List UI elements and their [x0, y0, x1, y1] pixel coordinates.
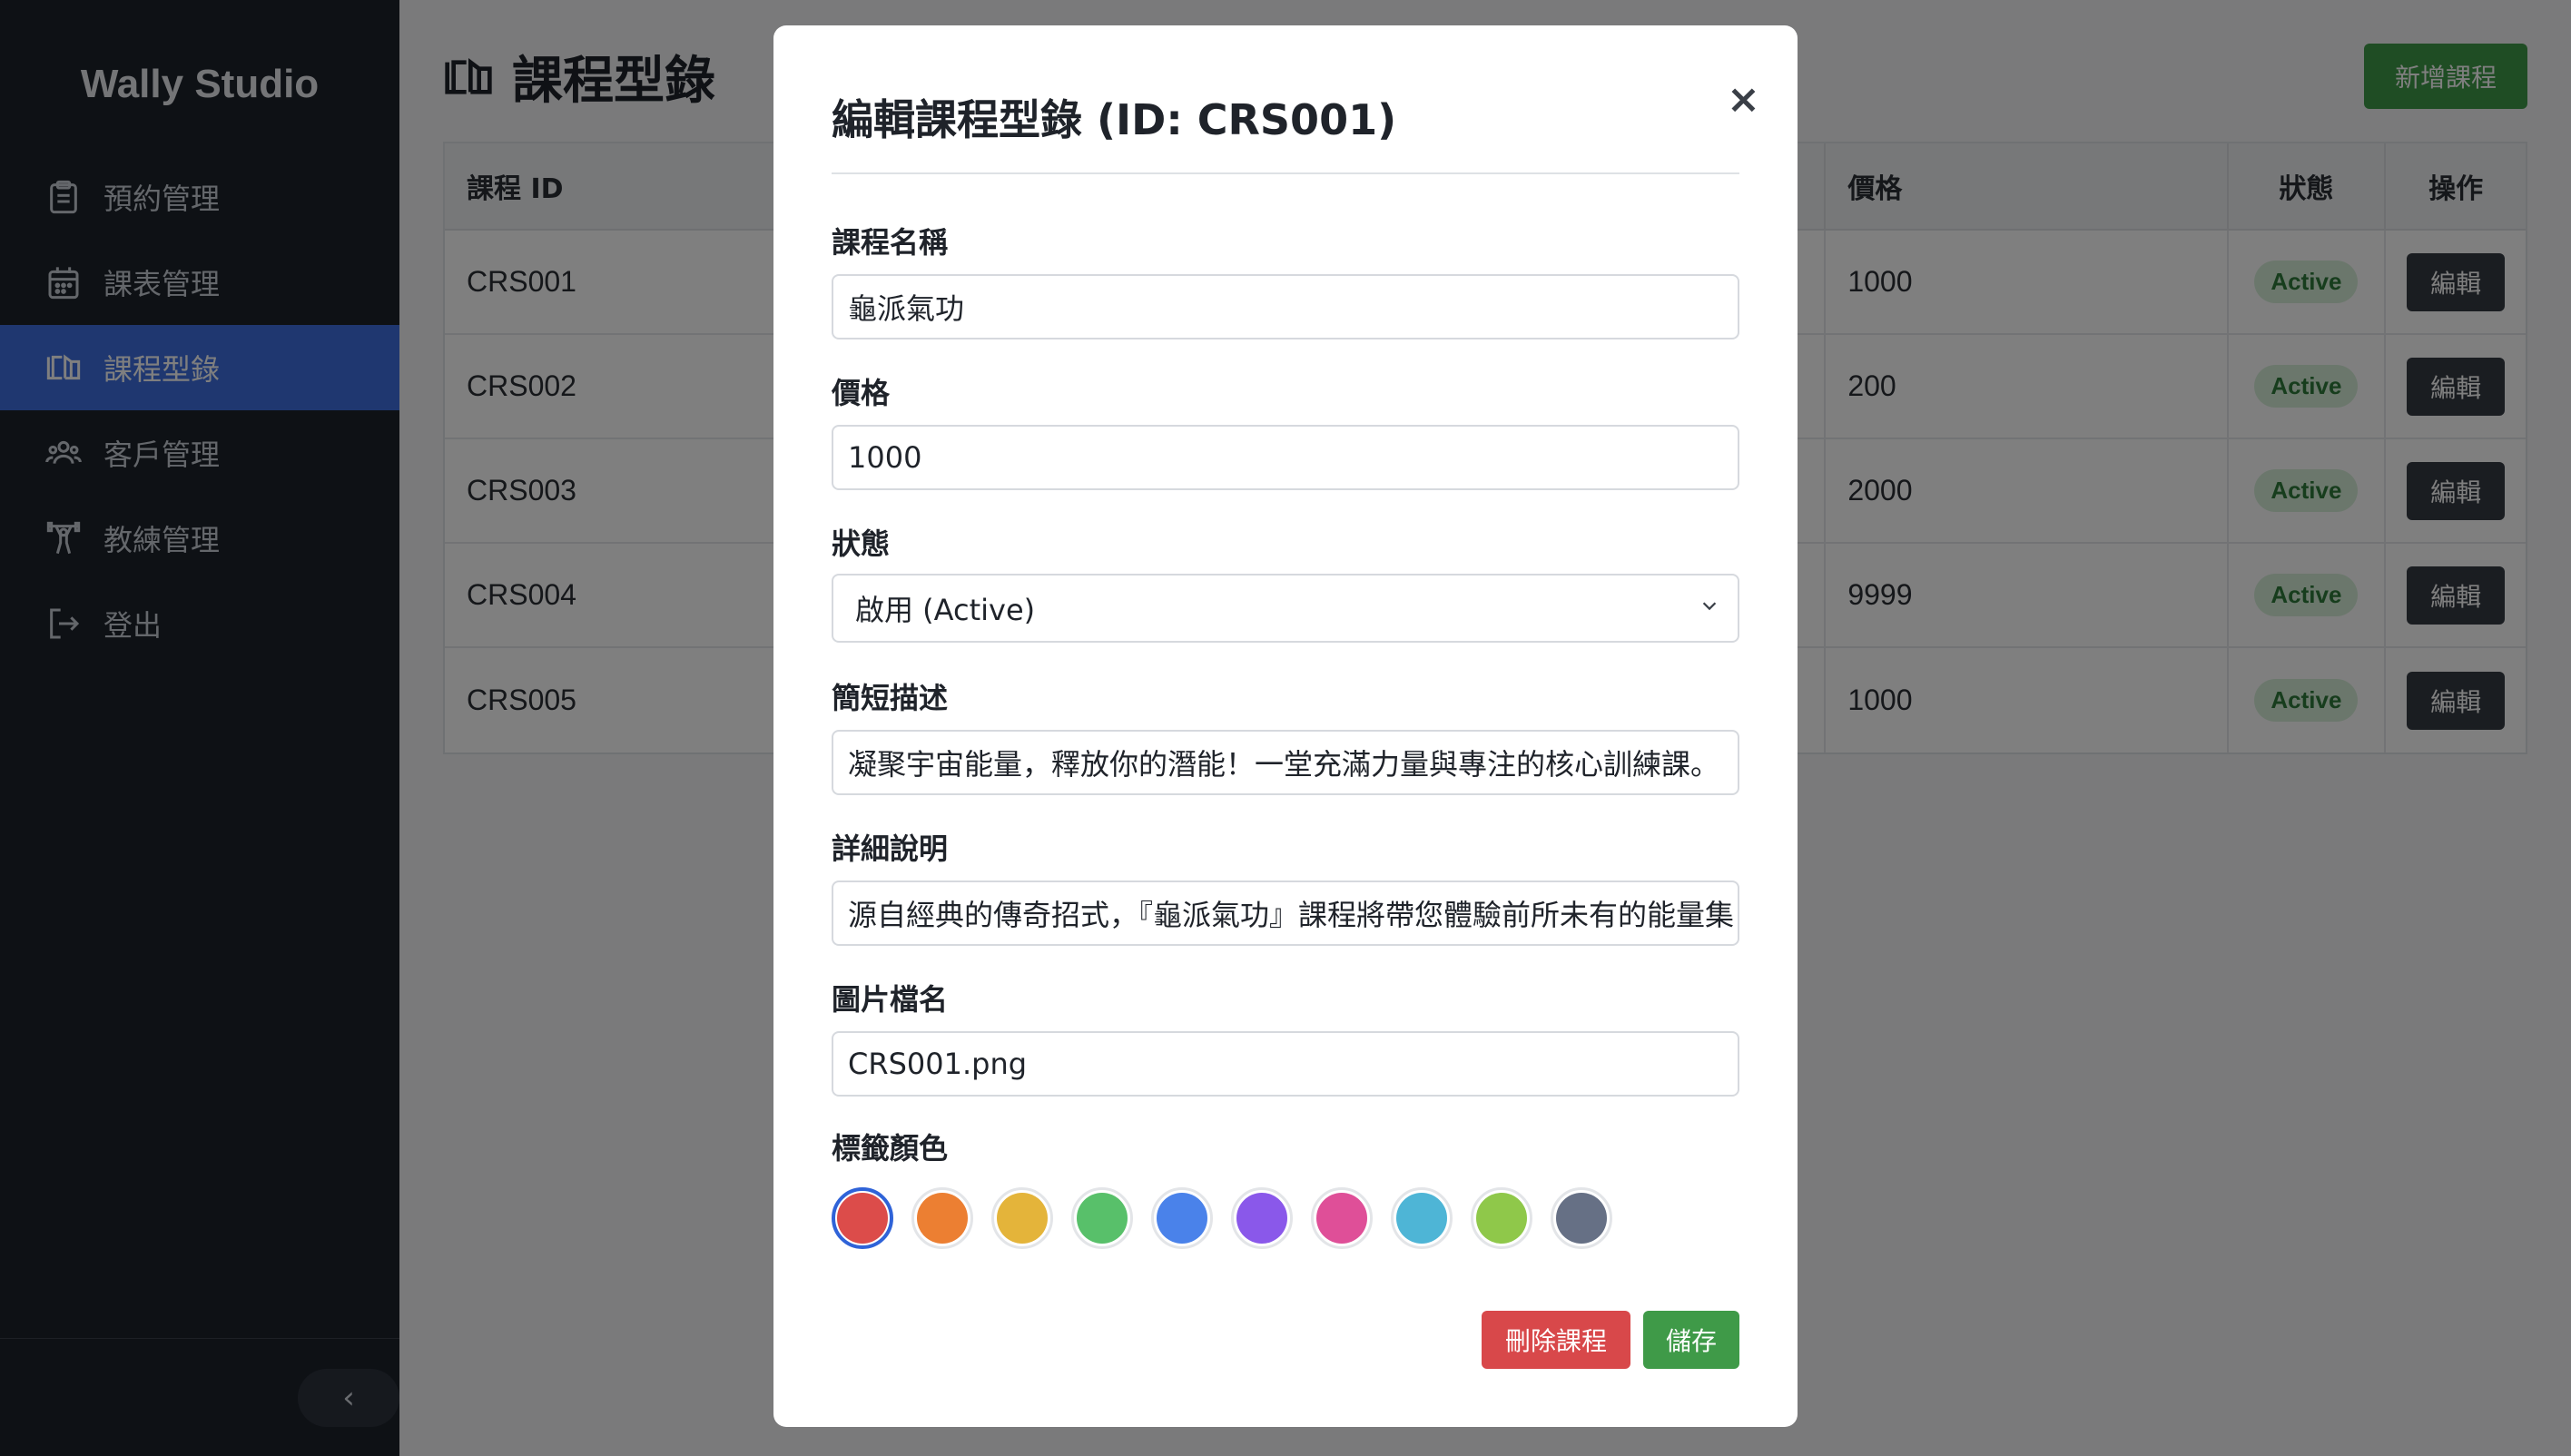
color-swatch[interactable]: [1391, 1187, 1453, 1249]
color-swatch-dot: [1396, 1193, 1447, 1244]
short-desc-label: 簡短描述: [832, 681, 949, 715]
color-swatch-dot: [1157, 1193, 1207, 1244]
color-swatch[interactable]: [911, 1187, 973, 1249]
color-swatch-dot: [837, 1193, 888, 1244]
image-label: 圖片檔名: [832, 982, 949, 1017]
color-swatch[interactable]: [1551, 1187, 1612, 1249]
close-icon[interactable]: ×: [1727, 76, 1760, 123]
detail-label: 詳細說明: [832, 831, 949, 866]
color-swatch-dot: [1077, 1193, 1128, 1244]
color-swatch[interactable]: [1071, 1187, 1133, 1249]
status-select[interactable]: 啟用 (Active): [832, 574, 1739, 643]
color-swatch[interactable]: [1471, 1187, 1532, 1249]
modal-title: 編輯課程型錄 (ID: CRS001): [832, 95, 1397, 144]
color-swatch-dot: [1556, 1193, 1607, 1244]
save-button[interactable]: 儲存: [1643, 1311, 1739, 1369]
color-picker: [832, 1187, 1630, 1249]
color-swatch-dot: [1316, 1193, 1367, 1244]
color-swatch-dot: [917, 1193, 968, 1244]
course-name-input[interactable]: 龜派氣功: [832, 274, 1739, 339]
color-swatch-dot: [1476, 1193, 1527, 1244]
color-swatch[interactable]: [1231, 1187, 1293, 1249]
color-label: 標籤顏色: [832, 1131, 949, 1166]
delete-course-button[interactable]: 刪除課程: [1482, 1311, 1630, 1369]
color-swatch[interactable]: [1311, 1187, 1373, 1249]
chevron-down-icon: [1699, 595, 1719, 622]
status-label: 狀態: [832, 526, 891, 561]
detail-input[interactable]: 源自經典的傳奇招式，『龜派氣功』課程將帶您體驗前所未有的能量集: [832, 880, 1739, 946]
color-swatch[interactable]: [991, 1187, 1053, 1249]
color-swatch-dot: [997, 1193, 1048, 1244]
short-desc-input[interactable]: 凝聚宇宙能量，釋放你的潛能！一堂充滿力量與專注的核心訓練課。: [832, 730, 1739, 795]
edit-course-modal: 編輯課程型錄 (ID: CRS001) × 課程名稱 龜派氣功 價格 1000 …: [773, 25, 1798, 1427]
status-select-value: 啟用 (Active): [855, 593, 1036, 627]
color-swatch-dot: [1236, 1193, 1287, 1244]
image-filename-input[interactable]: CRS001.png: [832, 1031, 1739, 1097]
color-swatch[interactable]: [832, 1187, 893, 1249]
price-label: 價格: [832, 376, 891, 410]
course-name-label: 課程名稱: [832, 225, 949, 260]
modal-divider: [832, 172, 1739, 174]
price-input[interactable]: 1000: [832, 425, 1739, 490]
color-swatch[interactable]: [1151, 1187, 1213, 1249]
